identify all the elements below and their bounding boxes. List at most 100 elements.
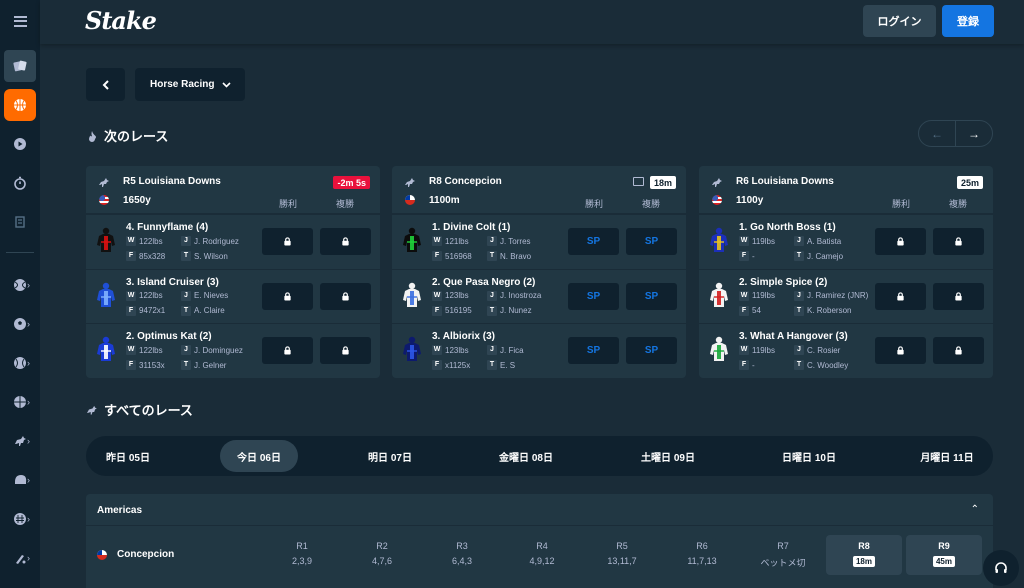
date-tab[interactable]: 今日 06日 (220, 440, 298, 472)
horse-icon (712, 178, 722, 187)
race-result-cell[interactable]: R5 13,11,7 (584, 541, 660, 581)
date-tab[interactable]: 月曜日 11日 (907, 440, 987, 472)
jockey-silk-icon (97, 336, 115, 362)
win-odds-button[interactable] (262, 337, 313, 365)
support-button[interactable] (983, 550, 1019, 586)
weight-tag: W (126, 290, 136, 301)
stake-logo[interactable]: Stake (85, 6, 157, 35)
us-flag-icon (99, 195, 109, 205)
register-button[interactable]: 登録 (942, 5, 994, 37)
form-tag: F (432, 251, 442, 261)
race-card-header[interactable]: R6 Louisiana Downs 1100y 25m 勝利 複勝 (699, 166, 993, 214)
sidebar-sports-button[interactable] (4, 89, 36, 121)
runner-form-trainer: F - T C. Woodley (739, 360, 848, 371)
race-result-cell[interactable]: R8 18m (826, 535, 902, 575)
sidebar-sport-soccer[interactable]: › (4, 308, 36, 340)
win-odds-button[interactable]: SP (568, 282, 619, 310)
place-odds-button[interactable]: SP (626, 282, 677, 310)
horse-icon (15, 436, 26, 446)
place-odds-button[interactable] (933, 337, 984, 365)
date-tab[interactable]: 昨日 05日 (88, 440, 168, 472)
jockey-silk-icon (97, 282, 115, 307)
cricket-bat-icon (16, 555, 26, 564)
date-tab[interactable]: 日曜日 10日 (769, 440, 849, 472)
race-result-cell[interactable]: R3 6,4,3 (424, 541, 500, 581)
place-odds-button[interactable] (320, 337, 371, 365)
jockey-tag: J (794, 290, 804, 301)
sidebar-sport-tennis[interactable]: › (4, 269, 36, 301)
jockey-silk-icon (403, 227, 421, 252)
place-odds-button[interactable] (933, 282, 984, 310)
race-card[interactable]: R5 Louisiana Downs 1650y -2m 5s 勝利 複勝 4. Funn… (86, 166, 380, 378)
place-odds-button[interactable] (320, 282, 371, 310)
us-flag-icon (712, 195, 722, 205)
sidebar-sport-baseball[interactable]: › (4, 347, 36, 379)
win-odds-button[interactable] (875, 282, 926, 310)
chevron-right-icon: › (27, 553, 30, 563)
carousel-next-button[interactable]: → (956, 121, 992, 146)
win-odds-button[interactable] (875, 228, 926, 255)
win-odds-button[interactable] (262, 282, 313, 310)
jockey-silk-icon (403, 336, 421, 362)
track-name[interactable]: Concepcion (117, 549, 174, 560)
carousel-prev-button[interactable]: ← (919, 121, 956, 146)
trainer-tag: T (794, 305, 804, 316)
region-panel: Americas ⌃ Concepcion R1 2,3,9 R2 4,7,6 R3 6,… (86, 494, 993, 588)
horse-icon (87, 405, 97, 415)
race-result-cell[interactable]: R4 4,9,12 (504, 541, 580, 581)
chevron-up-icon[interactable]: ⌃ (971, 504, 979, 515)
all-races-heading: すべてのレース (86, 400, 193, 419)
sidebar-live-button[interactable] (4, 128, 36, 160)
race-distance: 1100y (736, 195, 764, 206)
region-header[interactable]: Americas ⌃ (86, 494, 993, 526)
runner-weight-jockey: W 122lbs J J. Rodriguez (126, 236, 239, 246)
race-result-cell[interactable]: R6 11,7,13 (664, 541, 740, 581)
sidebar-sport-cricket[interactable]: › (4, 542, 36, 574)
sidebar-starting-soon-button[interactable] (4, 167, 36, 199)
chevron-left-icon (102, 79, 109, 90)
top-header: Stake ログイン 登録 (40, 0, 1024, 44)
race-card-header[interactable]: R5 Louisiana Downs 1650y -2m 5s 勝利 複勝 (86, 166, 380, 214)
sidebar-bets-button[interactable] (4, 206, 36, 238)
race-result-cell[interactable]: R7 ベットメ切 (745, 541, 821, 581)
sidebar-sport-horse-racing[interactable]: › (4, 425, 36, 457)
place-odds-button[interactable] (320, 228, 371, 255)
win-odds-button[interactable]: SP (568, 228, 619, 255)
race-name: R6 Louisiana Downs (736, 176, 834, 187)
sidebar-casino-button[interactable] (4, 50, 36, 82)
win-odds-button[interactable]: SP (568, 337, 619, 365)
login-button[interactable]: ログイン (863, 5, 936, 37)
sport-dropdown[interactable]: Horse Racing (135, 68, 245, 101)
race-card[interactable]: R8 Concepcion 1100m 18m 勝利 複勝 1. Divine Colt … (392, 166, 686, 378)
headset-icon (995, 562, 1007, 573)
back-button[interactable] (86, 68, 125, 101)
sidebar-sport-volleyball[interactable]: › (4, 503, 36, 535)
date-tab[interactable]: 土曜日 09日 (628, 440, 708, 472)
race-card[interactable]: R6 Louisiana Downs 1100y 25m 勝利 複勝 1. Go Nort… (699, 166, 993, 378)
runner-name: 2. Simple Spice (2) (739, 276, 828, 288)
form-tag: F (432, 360, 442, 371)
race-card-header[interactable]: R8 Concepcion 1100m 18m 勝利 複勝 (392, 166, 686, 214)
win-odds-button[interactable] (262, 228, 313, 255)
place-odds-button[interactable]: SP (626, 337, 677, 365)
runner-name: 1. Divine Colt (1) (432, 222, 511, 233)
lock-icon (955, 237, 962, 246)
jockey-tag: J (794, 236, 804, 246)
trainer-tag: T (487, 360, 497, 371)
runner-row: 3. Island Cruiser (3) W 122lbs J E. Nieves F 9… (86, 268, 380, 324)
race-time-badge: 25m (956, 176, 983, 189)
race-name: R5 Louisiana Downs (123, 176, 221, 187)
race-result-cell[interactable]: R1 2,3,9 (264, 541, 340, 581)
date-tab[interactable]: 金曜日 08日 (486, 440, 566, 472)
win-odds-button[interactable] (875, 337, 926, 365)
sidebar-sport-basketball[interactable]: › (4, 386, 36, 418)
place-odds-button[interactable] (933, 228, 984, 255)
place-odds-button[interactable]: SP (626, 228, 677, 255)
race-result-cell[interactable]: R9 45m (906, 535, 982, 575)
sidebar-sport-hockey[interactable]: › (4, 464, 36, 496)
jockey-silk-icon (403, 282, 421, 307)
race-result-cell[interactable]: R2 4,7,6 (344, 541, 420, 581)
date-tab[interactable]: 明日 07日 (350, 440, 430, 472)
menu-toggle-button[interactable] (0, 0, 40, 42)
place-column-label: 複勝 (336, 199, 355, 209)
